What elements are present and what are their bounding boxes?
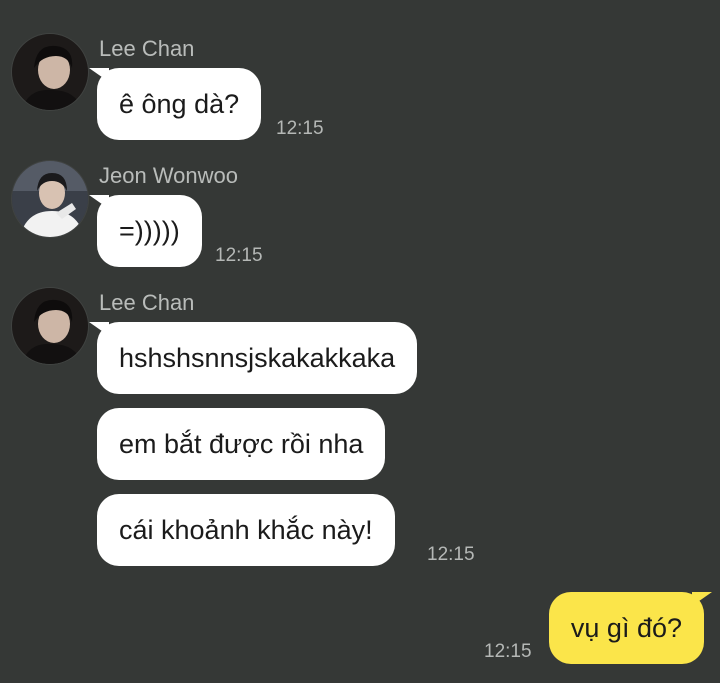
avatar-lee-chan-image: [12, 34, 88, 110]
message-bubble[interactable]: em bắt được rồi nha: [97, 408, 386, 480]
bubble-tail: [89, 195, 109, 209]
message-text: ê ông dà?: [119, 89, 240, 119]
chat-screen: { "chat": { "groups": [ { "sender": "Lee…: [0, 0, 720, 683]
message-text: vụ gì đó?: [570, 613, 682, 643]
outgoing-message-bubble[interactable]: vụ gì đó?: [548, 592, 712, 664]
message-time: 12:15: [484, 641, 532, 662]
message-bubble[interactable]: hshshsnnsjskakakkaka: [89, 322, 418, 394]
message-text: =))))): [119, 216, 180, 246]
avatar-jeon-wonwoo[interactable]: [12, 161, 88, 237]
message-text: cái khoảnh khắc này!: [119, 515, 373, 545]
message-bubble[interactable]: =))))): [89, 195, 202, 267]
sender-name: Jeon Wonwoo: [99, 163, 239, 188]
message-bubble[interactable]: cái khoảnh khắc này!: [97, 494, 395, 566]
message-time: 12:15: [215, 245, 263, 266]
avatar-jeon-wonwoo-image: [12, 161, 88, 237]
avatar-lee-chan[interactable]: [12, 288, 88, 364]
bubble-tail: [89, 322, 109, 336]
message-bubble[interactable]: ê ông dà?: [89, 68, 262, 140]
sender-name: Lee Chan: [99, 290, 195, 315]
avatar-lee-chan[interactable]: [12, 34, 88, 110]
bubble-tail: [692, 592, 712, 606]
bubble-tail: [89, 68, 109, 82]
message-time: 12:15: [427, 544, 475, 565]
message-time: 12:15: [276, 118, 324, 139]
sender-name: Lee Chan: [99, 36, 195, 61]
avatar-lee-chan-image: [12, 288, 88, 364]
message-text: em bắt được rồi nha: [119, 429, 364, 459]
message-text: hshshsnnsjskakakkaka: [119, 343, 396, 373]
